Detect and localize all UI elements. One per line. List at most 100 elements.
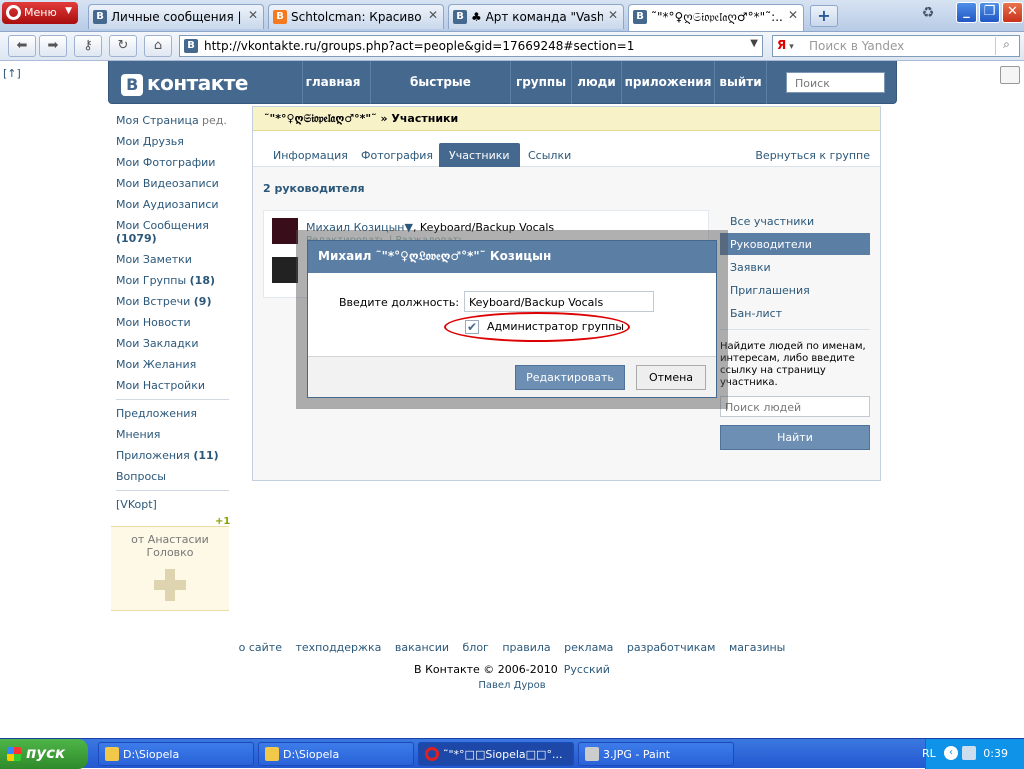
restore-button[interactable]: ❐ (979, 2, 1000, 23)
menu-my-friends[interactable]: Мои Друзья (116, 135, 184, 148)
tab-schtolcman[interactable]: B Schtolcman: Красиво о... ✕ (268, 4, 444, 29)
opera-menu-button[interactable]: Меню ▼ (2, 2, 78, 24)
menu-my-wishes[interactable]: Мои Желания (116, 358, 196, 371)
tray-expand-icon[interactable]: ‹ (944, 746, 958, 760)
nav-groups[interactable]: группы (510, 61, 571, 104)
position-input[interactable]: Keyboard/Backup Vocals (464, 291, 654, 312)
browser-tab-bar: Меню ▼ B Личные сообщения | В ... ✕ B Sc… (0, 0, 1024, 32)
tab-links[interactable]: Ссылки (518, 143, 581, 167)
close-tab-icon[interactable]: ✕ (608, 8, 618, 22)
people-search-input[interactable]: Поиск людей (720, 396, 870, 417)
menu-my-page[interactable]: Моя Страница (116, 114, 199, 127)
filter-requests[interactable]: Заявки (720, 256, 870, 278)
address-bar[interactable]: B http://vkontakte.ru/groups.php?act=peo… (179, 35, 763, 57)
vk-logo-letter: В (121, 74, 143, 96)
minimize-button[interactable]: _ (956, 2, 977, 23)
footer-about[interactable]: о сайте (239, 641, 282, 654)
windows-logo-icon (7, 747, 21, 761)
filter-all-members[interactable]: Все участники (720, 210, 870, 232)
search-icon[interactable]: ⌕ (995, 37, 1017, 55)
menu-my-groups[interactable]: Мои Группы (18) (116, 274, 215, 287)
reload-button[interactable]: ↻ (109, 35, 137, 57)
edit-button[interactable]: Редактировать (515, 365, 625, 390)
tab-photo[interactable]: Фотография (351, 143, 443, 167)
language-link[interactable]: Русский (564, 663, 610, 676)
nav-quick-messages[interactable]: быстрые сообщения (370, 61, 510, 132)
taskbar-item-folder-2[interactable]: D:\Siopela (258, 742, 414, 766)
back-button[interactable]: ⬅ (8, 35, 36, 57)
admin-checkbox-label[interactable]: Администратор группы (487, 320, 624, 333)
close-tab-icon[interactable]: ✕ (428, 8, 438, 22)
nav-home[interactable]: главная (302, 61, 363, 104)
sidebar-panel-icon[interactable] (1000, 66, 1020, 84)
yandex-search-field[interactable]: Я Поиск в Yandex ⌕ (772, 35, 1020, 57)
menu-opinions[interactable]: Мнения (116, 428, 160, 441)
start-button[interactable]: пуск (0, 739, 88, 769)
footer-blog[interactable]: блог (463, 641, 489, 654)
vk-favicon-icon: B (184, 39, 198, 53)
language-indicator[interactable]: RL (922, 747, 936, 760)
menu-my-events[interactable]: Мои Встречи (9) (116, 295, 212, 308)
tab-label: ˜"*°♀ღ𝔖𝔦𝔬𝔭𝔢𝔩𝔞ღ♂°*"˜:... (651, 10, 783, 24)
filter-leaders[interactable]: Руководители (720, 233, 870, 255)
menu-questions[interactable]: Вопросы (116, 470, 166, 483)
header-search-input[interactable]: Поиск (786, 72, 885, 93)
menu-offers[interactable]: Предложения (116, 407, 197, 420)
plus-icon (154, 569, 186, 601)
leaders-count: 2 руководителя (263, 182, 365, 195)
tab-members[interactable]: Участники (439, 143, 520, 167)
tab-art-team[interactable]: B ♣ Арт команда "Vashid... ✕ (448, 4, 624, 29)
trash-icon[interactable]: ♻ (918, 5, 938, 27)
yandex-logo-icon[interactable]: Я (777, 38, 794, 52)
chevron-down-icon[interactable]: ▼ (750, 38, 758, 49)
footer-rules[interactable]: правила (502, 641, 550, 654)
menu-my-videos[interactable]: Мои Видеозаписи (116, 177, 219, 190)
footer-developers[interactable]: разработчикам (627, 641, 716, 654)
admin-checkbox[interactable]: ✔ (465, 320, 479, 334)
footer-jobs[interactable]: вакансии (395, 641, 449, 654)
find-button[interactable]: Найти (720, 425, 870, 450)
avatar[interactable] (272, 257, 298, 283)
nav-logout[interactable]: выйти (714, 61, 767, 104)
edit-link[interactable]: ред. (202, 114, 227, 127)
filter-ban-list[interactable]: Бан-лист (720, 302, 870, 330)
menu-my-notes[interactable]: Мои Заметки (116, 253, 192, 266)
menu-my-audio[interactable]: Мои Аудиозаписи (116, 198, 219, 211)
nav-apps[interactable]: приложения (621, 61, 714, 104)
menu-my-messages[interactable]: Мои Сообщения (116, 219, 209, 232)
menu-my-settings[interactable]: Мои Настройки (116, 379, 205, 392)
menu-my-photos[interactable]: Мои Фотографии (116, 156, 215, 169)
nav-people[interactable]: люди (571, 61, 621, 104)
filter-invitations[interactable]: Приглашения (720, 279, 870, 301)
new-tab-button[interactable]: + (810, 5, 838, 27)
footer-ads[interactable]: реклама (564, 641, 613, 654)
menu-apps[interactable]: Приложения (11) (116, 449, 219, 462)
footer-support[interactable]: техподдержка (295, 641, 381, 654)
forward-button[interactable]: ➡ (39, 35, 67, 57)
key-icon[interactable]: ⚷ (74, 35, 102, 57)
gift-ad-box[interactable]: от Анастасии Головко (111, 526, 229, 611)
avatar[interactable] (272, 218, 298, 244)
menu-my-news[interactable]: Мои Новости (116, 316, 191, 329)
network-icon[interactable] (962, 746, 976, 760)
tab-siopela[interactable]: B ˜"*°♀ღ𝔖𝔦𝔬𝔭𝔢𝔩𝔞ღ♂°*"˜:... ✕ (628, 4, 804, 31)
footer-shops[interactable]: магазины (729, 641, 785, 654)
cancel-button[interactable]: Отмена (636, 365, 706, 390)
close-window-button[interactable]: ✕ (1002, 2, 1023, 23)
taskbar-item-opera[interactable]: ˜"*°□□Siopela□□°... (418, 742, 574, 766)
close-tab-icon[interactable]: ✕ (788, 8, 798, 22)
tab-info[interactable]: Информация (263, 143, 358, 167)
menu-vkopt[interactable]: [VKopt] (116, 498, 157, 511)
scroll-up-link[interactable]: [↑] (3, 67, 21, 80)
close-tab-icon[interactable]: ✕ (248, 8, 258, 22)
task-label: ˜"*°□□Siopela□□°... (443, 748, 563, 761)
back-to-group-link[interactable]: Вернуться к группе (755, 149, 870, 162)
menu-my-bookmarks[interactable]: Мои Закладки (116, 337, 198, 350)
home-button[interactable]: ⌂ (144, 35, 172, 57)
taskbar-item-folder-1[interactable]: D:\Siopela (98, 742, 254, 766)
tab-messages[interactable]: B Личные сообщения | В ... ✕ (88, 4, 264, 29)
vk-logo[interactable]: Вконтакте (121, 71, 248, 96)
author-link[interactable]: Павел Дуров (0, 680, 1024, 691)
ad-from-text: от Анастасии Головко (131, 533, 209, 559)
taskbar-item-paint[interactable]: 3.JPG - Paint (578, 742, 734, 766)
